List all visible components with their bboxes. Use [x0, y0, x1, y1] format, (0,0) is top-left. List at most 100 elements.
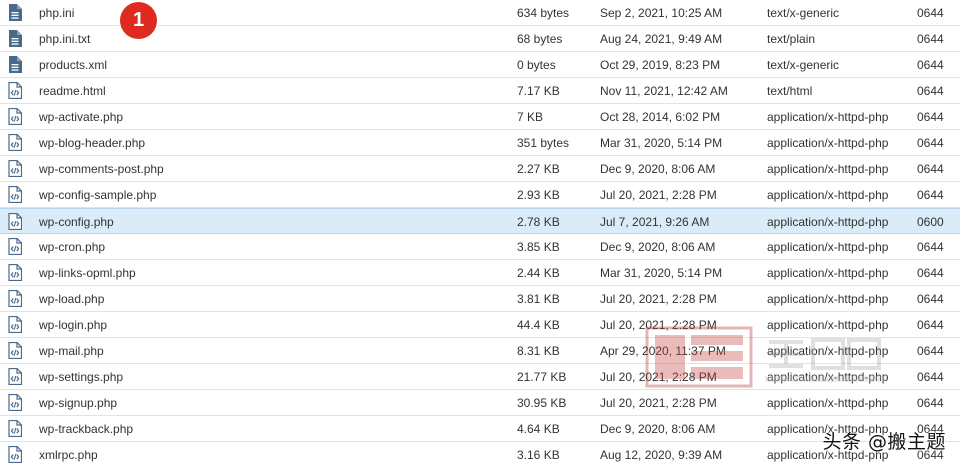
file-size: 2.78 KB — [517, 215, 560, 229]
file-row[interactable]: wp-load.php 3.81 KB Jul 20, 2021, 2:28 PM a… — [0, 286, 960, 312]
file-permissions: 0644 — [917, 162, 944, 176]
file-modified: Nov 11, 2021, 12:42 AM — [600, 84, 728, 98]
file-modified: Jul 20, 2021, 2:28 PM — [600, 396, 717, 410]
file-name[interactable]: products.xml — [39, 52, 369, 78]
file-row[interactable]: wp-activate.php 7 KB Oct 28, 2014, 6:02 PM… — [0, 104, 960, 130]
file-size: 7.17 KB — [517, 84, 560, 98]
file-size: 3.85 KB — [517, 240, 560, 254]
file-name[interactable]: php.ini — [39, 0, 369, 26]
code-file-icon — [8, 156, 26, 182]
file-size: 8.31 KB — [517, 344, 560, 358]
file-modified: Sep 2, 2021, 10:25 AM — [600, 6, 723, 20]
file-name[interactable]: wp-signup.php — [39, 390, 369, 416]
file-name[interactable]: wp-config.php — [39, 209, 369, 235]
file-modified: Aug 24, 2021, 9:49 AM — [600, 32, 723, 46]
file-type: application/x-httpd-php — [767, 215, 889, 229]
file-name[interactable]: wp-blog-header.php — [39, 130, 369, 156]
file-size: 3.81 KB — [517, 292, 560, 306]
file-modified: Mar 31, 2020, 5:14 PM — [600, 266, 723, 280]
file-permissions: 0644 — [917, 136, 944, 150]
file-modified: Jul 7, 2021, 9:26 AM — [600, 215, 710, 229]
file-name[interactable]: readme.html — [39, 78, 369, 104]
code-file-icon — [8, 364, 26, 390]
file-row[interactable]: wp-trackback.php 4.64 KB Dec 9, 2020, 8:06… — [0, 416, 960, 442]
file-permissions: 0644 — [917, 422, 944, 436]
file-name[interactable]: wp-cron.php — [39, 234, 369, 260]
file-row[interactable]: wp-config.php 2.78 KB Jul 7, 2021, 9:26 AM… — [0, 208, 960, 234]
code-file-icon — [8, 104, 26, 130]
file-modified: Apr 29, 2020, 11:37 PM — [600, 344, 726, 358]
file-permissions: 0644 — [917, 318, 944, 332]
file-type: application/x-httpd-php — [767, 448, 889, 462]
file-size: 0 bytes — [517, 58, 556, 72]
file-name[interactable]: wp-links-opml.php — [39, 260, 369, 286]
file-name[interactable]: wp-login.php — [39, 312, 369, 338]
file-permissions: 0644 — [917, 292, 944, 306]
file-row[interactable]: wp-blog-header.php 351 bytes Mar 31, 2020,… — [0, 130, 960, 156]
file-permissions: 0644 — [917, 370, 944, 384]
code-file-icon — [8, 286, 26, 312]
file-row[interactable]: wp-config-sample.php 2.93 KB Jul 20, 2021,… — [0, 182, 960, 208]
file-permissions: 0644 — [917, 6, 944, 20]
file-type: text/html — [767, 84, 813, 98]
file-type: text/x-generic — [767, 6, 840, 20]
file-row[interactable]: wp-comments-post.php 2.27 KB Dec 9, 2020, … — [0, 156, 960, 182]
file-permissions: 0644 — [917, 396, 944, 410]
code-file-icon — [8, 312, 26, 338]
file-type: application/x-httpd-php — [767, 370, 889, 384]
file-size: 44.4 KB — [517, 318, 560, 332]
file-type: application/x-httpd-php — [767, 344, 889, 358]
file-type: application/x-httpd-php — [767, 266, 889, 280]
file-name[interactable]: wp-trackback.php — [39, 416, 369, 442]
file-row[interactable]: wp-signup.php 30.95 KB Jul 20, 2021, 2:28 … — [0, 390, 960, 416]
file-size: 351 bytes — [517, 136, 570, 150]
file-row[interactable]: wp-cron.php 3.85 KB Dec 9, 2020, 8:06 AM ap… — [0, 234, 960, 260]
file-row[interactable]: readme.html 7.17 KB Nov 11, 2021, 12:42 AM… — [0, 78, 960, 104]
code-file-icon — [8, 209, 26, 235]
file-size: 4.64 KB — [517, 422, 560, 436]
code-file-icon — [8, 78, 26, 104]
file-type: application/x-httpd-php — [767, 110, 889, 124]
file-size: 2.27 KB — [517, 162, 560, 176]
file-row[interactable]: products.xml 0 bytes Oct 29, 2019, 8:23 PM… — [0, 52, 960, 78]
file-modified: Dec 9, 2020, 8:06 AM — [600, 422, 716, 436]
file-modified: Aug 12, 2020, 9:39 AM — [600, 448, 723, 462]
file-modified: Dec 9, 2020, 8:06 AM — [600, 240, 716, 254]
file-size: 68 bytes — [517, 32, 563, 46]
code-file-icon — [8, 260, 26, 286]
file-permissions: 0644 — [917, 266, 944, 280]
code-file-icon — [8, 234, 26, 260]
generic-file-icon — [8, 0, 26, 26]
file-size: 21.77 KB — [517, 370, 567, 384]
file-name[interactable]: php.ini.txt — [39, 26, 369, 52]
file-row[interactable]: wp-settings.php 21.77 KB Jul 20, 2021, 2:2… — [0, 364, 960, 390]
file-modified: Jul 20, 2021, 2:28 PM — [600, 188, 717, 202]
file-name[interactable]: wp-activate.php — [39, 104, 369, 130]
file-type: application/x-httpd-php — [767, 292, 889, 306]
code-file-icon — [8, 442, 26, 466]
file-permissions: 0644 — [917, 84, 944, 98]
file-modified: Jul 20, 2021, 2:28 PM — [600, 292, 717, 306]
file-name[interactable]: xmlrpc.php — [39, 442, 369, 466]
file-type: application/x-httpd-php — [767, 240, 889, 254]
file-name[interactable]: wp-config-sample.php — [39, 182, 369, 208]
file-permissions: 0644 — [917, 32, 944, 46]
file-type: application/x-httpd-php — [767, 162, 889, 176]
file-row[interactable]: wp-login.php 44.4 KB Jul 20, 2021, 2:28 PM… — [0, 312, 960, 338]
code-file-icon — [8, 130, 26, 156]
file-row[interactable]: wp-links-opml.php 2.44 KB Mar 31, 2020, 5:… — [0, 260, 960, 286]
code-file-icon — [8, 416, 26, 442]
file-type: application/x-httpd-php — [767, 188, 889, 202]
file-name[interactable]: wp-load.php — [39, 286, 369, 312]
file-modified: Dec 9, 2020, 8:06 AM — [600, 162, 716, 176]
file-row[interactable]: xmlrpc.php 3.16 KB Aug 12, 2020, 9:39 AM ap… — [0, 442, 960, 466]
file-name[interactable]: wp-comments-post.php — [39, 156, 369, 182]
file-name[interactable]: wp-mail.php — [39, 338, 369, 364]
file-name[interactable]: wp-settings.php — [39, 364, 369, 390]
file-modified: Jul 20, 2021, 2:28 PM — [600, 370, 717, 384]
file-row[interactable]: wp-mail.php 8.31 KB Apr 29, 2020, 11:37 PM… — [0, 338, 960, 364]
generic-file-icon — [8, 26, 26, 52]
file-size: 30.95 KB — [517, 396, 567, 410]
file-permissions: 0644 — [917, 448, 944, 462]
file-modified: Jul 20, 2021, 2:28 PM — [600, 318, 717, 332]
